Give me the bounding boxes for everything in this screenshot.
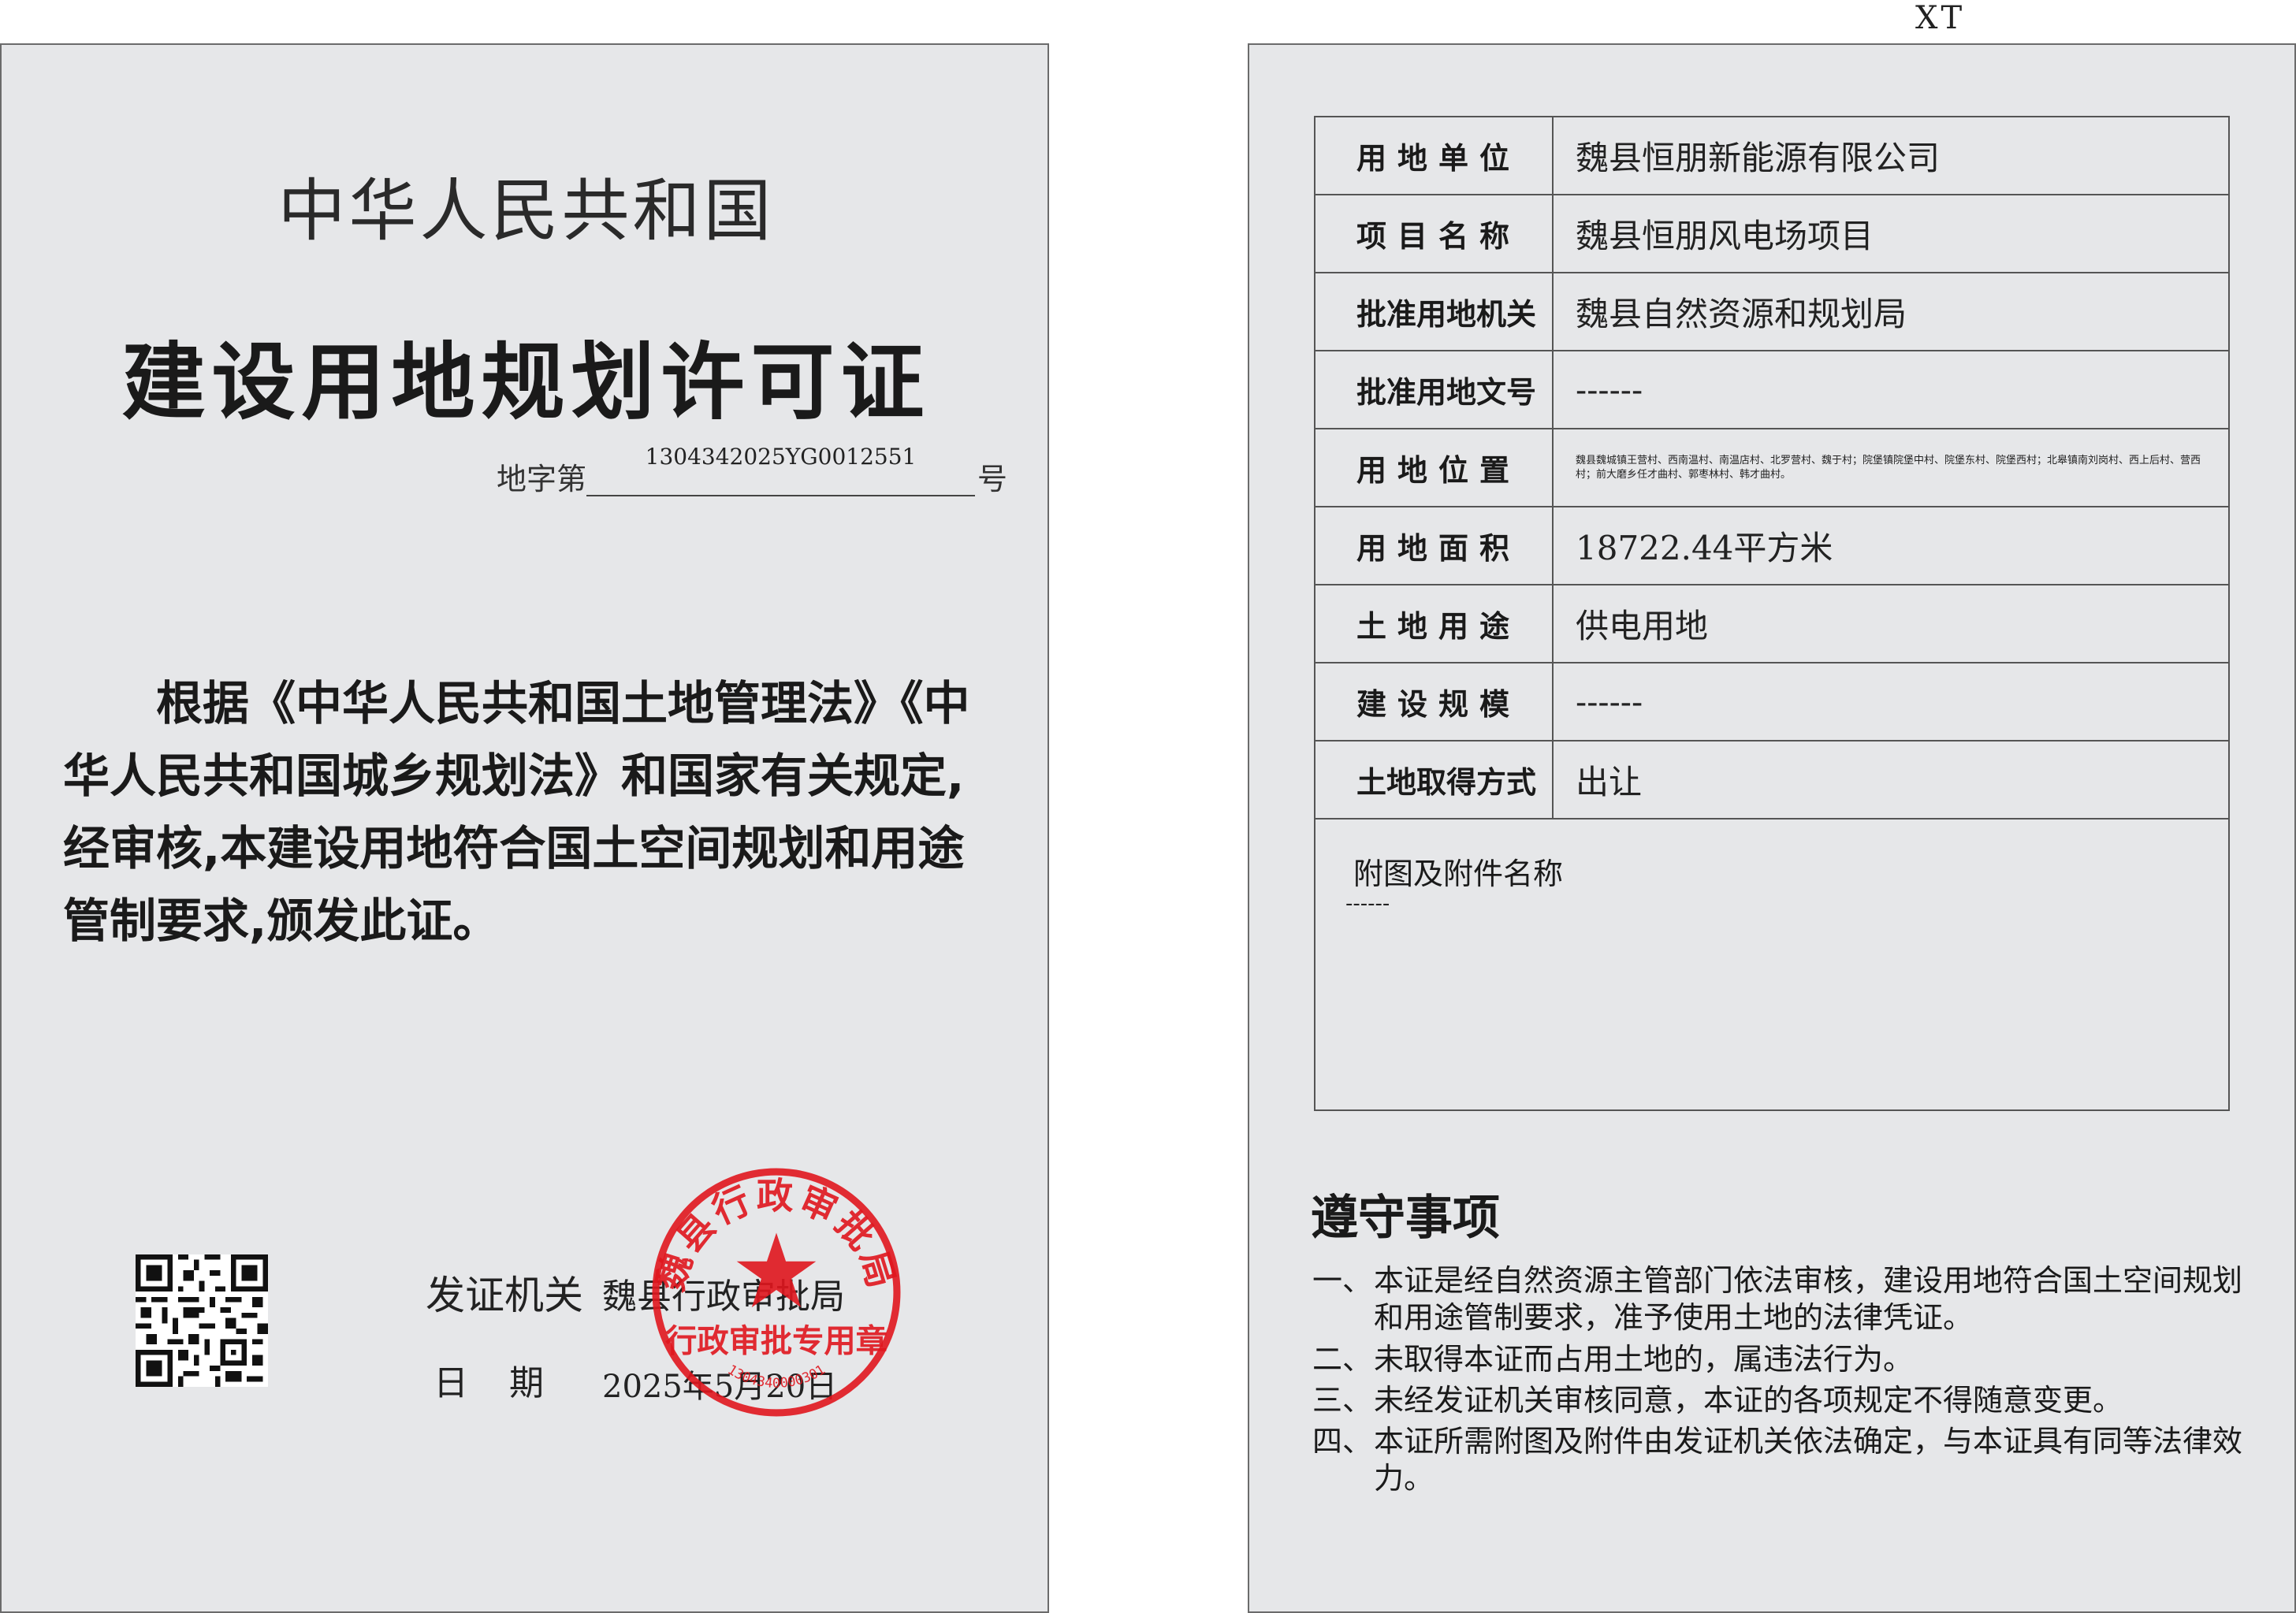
rule-text-continued: 和用途管制要求，准予使用土地的法律凭证。 [1374, 1300, 1974, 1335]
row-value: 出让 [1576, 763, 1643, 801]
table-row: 建设规模 ------ [1315, 663, 2228, 741]
row-label: 用地位置 [1315, 429, 1554, 506]
table-row: 用地位置 魏县魏城镇王营村、西南温村、南温店村、北罗营村、魏于村；院堡镇院堡中村… [1315, 429, 2228, 507]
rule-item: 三、未经发证机关审核同意，本证的各项规定不得随意变更。 [1312, 1382, 2242, 1419]
cert-number-underline [586, 495, 975, 496]
attachments-value: ------ [1345, 892, 1390, 916]
qr-code-icon [136, 1254, 268, 1387]
table-row: 土地取得方式 出让 [1315, 741, 2228, 820]
seal-bottom-text: 行政审批专用章 [665, 1323, 888, 1359]
row-label: 土地用途 [1315, 585, 1554, 662]
rule-item: 一、本证是经自然资源主管部门依法审核，建设用地符合国土空间规划 和用途管制要求，… [1312, 1262, 2242, 1336]
certificate-front-panel: 中华人民共和国 建设用地规划许可证 地字第 1304342025YG001255… [0, 43, 1049, 1613]
table-row: 批准用地机关 魏县自然资源和规划局 [1315, 273, 2228, 351]
cert-number: 1304342025YG0012551 [645, 444, 917, 470]
rule-item: 四、本证所需附图及附件由发证机关依法确定，与本证具有同等法律效 力。 [1312, 1423, 2242, 1497]
rule-number: 三、 [1312, 1383, 1373, 1418]
row-label: 批准用地机关 [1315, 273, 1554, 350]
rule-text: 本证所需附图及附件由发证机关依法确定，与本证具有同等法律效 [1374, 1424, 2243, 1459]
table-row: 批准用地文号 ------ [1315, 351, 2228, 429]
row-label: 批准用地文号 [1315, 351, 1554, 428]
preamble-line: 根据《中华人民共和国土地管理法》《中 [156, 676, 970, 730]
rule-text: 未经发证机关审核同意，本证的各项规定不得随意变更。 [1374, 1383, 2123, 1418]
row-label: 用地单位 [1315, 117, 1554, 194]
rule-number: 四、 [1312, 1424, 1373, 1459]
top-mark: XT [1915, 0, 1966, 36]
rule-text: 本证是经自然资源主管部门依法审核，建设用地符合国土空间规划 [1374, 1263, 2243, 1298]
cert-number-prefix: 地字第 [497, 462, 587, 496]
rules-title: 遵守事项 [1311, 1191, 1500, 1246]
row-value: 18722.44平方米 [1576, 529, 1833, 567]
official-seal-icon: 魏县行政审批局 行政审批专用章 1304340000301 [649, 1168, 901, 1417]
row-label: 用地面积 [1315, 507, 1554, 584]
certificate-back-panel: 用地单位 魏县恒朋新能源有限公司 项目名称 魏县恒朋风电场项目 批准用地机关 魏… [1248, 43, 2296, 1613]
row-label: 项目名称 [1315, 195, 1554, 272]
table-row: 项目名称 魏县恒朋风电场项目 [1315, 195, 2228, 273]
row-value: 魏县自然资源和规划局 [1576, 295, 1907, 333]
preamble-line: 华人民共和国城乡规划法》和国家有关规定, [63, 749, 965, 803]
row-value: 供电用地 [1576, 607, 1709, 645]
attachments-label: 附图及附件名称 [1353, 857, 1564, 891]
attachments-section: 附图及附件名称 ------ [1315, 820, 2228, 1109]
rule-number: 二、 [1312, 1342, 1373, 1377]
issuer-label: 发证机关 [426, 1273, 583, 1318]
cert-number-suffix: 号 [977, 462, 1008, 496]
row-value: ------ [1576, 682, 1643, 721]
row-label: 土地取得方式 [1315, 741, 1554, 818]
row-value: 魏县恒朋新能源有限公司 [1576, 139, 1941, 177]
preamble-line: 经审核,本建设用地符合国土空间规划和用途 [63, 821, 965, 875]
certificate-title: 建设用地规划许可证 [121, 334, 931, 431]
table-row: 用地面积 18722.44平方米 [1315, 507, 2228, 585]
table-row: 土地用途 供电用地 [1315, 585, 2228, 663]
row-value: 魏县恒朋风电场项目 [1576, 217, 1874, 255]
row-label: 建设规模 [1315, 663, 1554, 740]
row-value: 魏县魏城镇王营村、西南温村、南温店村、北罗营村、魏于村；院堡镇院堡中村、院堡东村… [1576, 454, 2201, 481]
land-info-table: 用地单位 魏县恒朋新能源有限公司 项目名称 魏县恒朋风电场项目 批准用地机关 魏… [1314, 116, 2230, 1111]
table-row: 用地单位 魏县恒朋新能源有限公司 [1315, 117, 2228, 195]
rule-text: 未取得本证而占用土地的，属违法行为。 [1374, 1342, 1914, 1377]
rule-text-continued: 力。 [1374, 1461, 1435, 1496]
preamble-line: 管制要求,颁发此证。 [63, 894, 500, 948]
preamble-text: 根据《中华人民共和国土地管理法》《中 华人民共和国城乡规划法》和国家有关规定, … [63, 667, 1009, 957]
seal-serial: 1304340000301 [724, 1362, 828, 1392]
rule-item: 二、未取得本证而占用土地的，属违法行为。 [1312, 1341, 2242, 1378]
date-label: 日期 [434, 1363, 585, 1403]
rule-number: 一、 [1312, 1263, 1373, 1298]
country-title: 中华人民共和国 [277, 172, 775, 251]
row-value: ------ [1576, 370, 1643, 409]
